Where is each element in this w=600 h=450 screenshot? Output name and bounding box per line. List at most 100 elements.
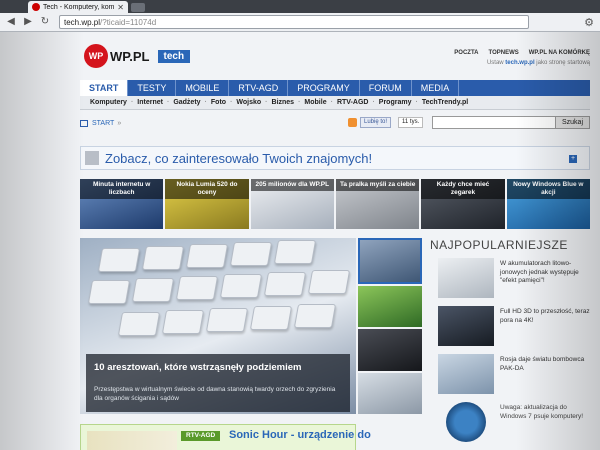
keyboard-key [229, 242, 273, 266]
subnav-item[interactable]: Gadżety [173, 99, 200, 106]
browser-tabstrip: Tech - Komputery, komó ✕ [0, 0, 600, 13]
breadcrumb-start[interactable]: START [92, 120, 114, 127]
promo-title[interactable]: Sonic Hour - urządzenie do [229, 429, 371, 441]
keyboard-key [175, 276, 219, 300]
subnav-separator: · [415, 99, 418, 106]
keyboard-key [117, 312, 161, 336]
side-thumbnail[interactable] [358, 372, 422, 414]
thumbnail-card[interactable]: 205 milionów dla WP.PL [250, 179, 334, 229]
thumbnail-card[interactable]: Minuta internetu w liczbach [80, 179, 164, 229]
tab-title: Tech - Komputery, komó [43, 3, 115, 11]
keyboard-key [87, 280, 131, 304]
nav-item-testy[interactable]: TESTY [128, 80, 177, 96]
site-logo[interactable]: WP WP.PL tech [84, 44, 191, 68]
popular-item[interactable]: Rosja daje światu bombowca PAK-DA [430, 354, 590, 398]
popular-item-text[interactable]: Full HD 3D to przeszłość, teraz pora na … [500, 308, 590, 325]
side-thumbnail[interactable] [358, 285, 422, 327]
close-tab-icon[interactable]: ✕ [117, 3, 124, 12]
popular-item[interactable]: Full HD 3D to przeszłość, teraz pora na … [430, 306, 590, 350]
breadcrumb: START » Lubię to! 11 tys. Szukaj [80, 116, 590, 130]
keyboard-key [293, 304, 337, 328]
keyboard-key [219, 274, 263, 298]
keyboard-key [273, 240, 317, 264]
subnav-separator: · [230, 99, 233, 106]
subnav-separator: · [265, 99, 268, 106]
hero-title[interactable]: 10 aresztowań, które wstrząsnęły podziem… [94, 362, 302, 373]
toplink-topnews[interactable]: TOPNEWS [489, 50, 519, 56]
promo-category-badge[interactable]: RTV-AGD [181, 431, 221, 441]
subnav-item[interactable]: Komputery [90, 99, 127, 106]
logo-text: WP.PL [110, 48, 150, 64]
subnav-item[interactable]: Foto [211, 99, 226, 106]
hero-description: Przestępstwa w wirtualnym świecie od daw… [94, 386, 336, 402]
popular-item[interactable]: Uwaga: aktualizacja do Windows 7 psuje k… [430, 402, 590, 446]
popular-item[interactable]: W akumulatorach litowo-jonowych jednak w… [430, 258, 590, 302]
popular-item-text[interactable]: W akumulatorach litowo-jonowych jednak w… [500, 260, 590, 286]
back-arrow-icon[interactable]: ◀ [4, 15, 18, 29]
thumbnail-card[interactable]: Ta pralka myśli za ciebie [335, 179, 420, 229]
subnav-item[interactable]: Programy [379, 99, 412, 106]
search-button[interactable]: Szukaj [554, 116, 590, 129]
popular-title: NAJPOPULARNIEJSZE [430, 238, 568, 252]
nav-item-start[interactable]: START [80, 80, 129, 96]
friends-box-text[interactable]: Zobacz, co zainteresowało Twoich znajomy… [105, 151, 372, 166]
toplink-poczta[interactable]: POCZTA [454, 50, 478, 56]
thumbnail-card[interactable]: Każdy chce mieć zegarek [421, 179, 505, 229]
sub-nav: Komputery · Internet · Gadżety · Foto · Wojs… [80, 96, 590, 110]
forward-arrow-icon[interactable]: ▶ [21, 15, 35, 29]
popular-thumbnail[interactable] [438, 258, 494, 298]
reload-icon[interactable]: ↻ [38, 15, 52, 29]
tagline-link[interactable]: tech.wp.pl [505, 60, 534, 66]
web-page: WP WP.PL tech POCZTA TOPNEWS WP.PL NA KO… [0, 32, 600, 450]
url-path: /?ticaid=11074d [100, 17, 157, 27]
popular-thumbnail[interactable] [438, 306, 494, 346]
nav-item-programy[interactable]: PROGRAMY [288, 80, 360, 96]
popular-thumbnail[interactable] [438, 354, 494, 394]
address-bar[interactable]: tech.wp.pl /?ticaid=11074d [59, 15, 529, 29]
nav-item-mobile[interactable]: MOBILE [176, 80, 230, 96]
subnav-separator: · [330, 99, 333, 106]
friends-recommendation-box[interactable]: Zobacz, co zainteresowało Twoich znajomy… [80, 146, 590, 170]
subnav-separator: · [130, 99, 134, 106]
subnav-separator: · [166, 99, 170, 106]
hero-article[interactable]: 10 aresztowań, które wstrząsnęły podziem… [80, 238, 356, 414]
toplink-mobile[interactable]: WP.PL NA KOMÓRKĘ [529, 50, 590, 56]
popular-thumbnail[interactable] [446, 402, 486, 442]
rss-icon[interactable] [348, 118, 357, 127]
popular-item-text[interactable]: Uwaga: aktualizacja do Windows 7 psuje k… [500, 404, 590, 421]
subnav-item[interactable]: TechTrendy.pl [422, 99, 468, 106]
expand-plus-icon[interactable]: + [569, 155, 577, 163]
subnav-item[interactable]: Biznes [272, 99, 295, 106]
thumbnail-card[interactable]: Nokia Lumia 520 do oceny [165, 179, 249, 229]
keyboard-key [263, 272, 307, 296]
main-nav: START TESTY MOBILE RTV-AGD PROGRAMY FORU… [80, 80, 590, 96]
keyboard-key [249, 306, 293, 330]
hero-side-thumbnails [358, 238, 422, 414]
keyboard-key [185, 244, 229, 268]
browser-tab[interactable]: Tech - Komputery, komó ✕ [28, 1, 128, 13]
thumbnail-caption: Nowy Windows Blue w akcji [506, 179, 590, 199]
promo-thumbnail[interactable] [87, 431, 177, 450]
favicon-icon [32, 3, 40, 11]
subnav-item[interactable]: Wojsko [236, 99, 261, 106]
subnav-item[interactable]: RTV-AGD [337, 99, 369, 106]
side-thumbnail[interactable] [358, 238, 422, 284]
nav-item-forum[interactable]: FORUM [360, 80, 412, 96]
subnav-item[interactable]: Internet [137, 99, 163, 106]
thumbnail-caption: Minuta internetu w liczbach [80, 179, 164, 199]
nav-item-media[interactable]: MEDIA [412, 80, 460, 96]
side-thumbnail[interactable] [358, 329, 422, 371]
wrench-icon[interactable]: ⚙ [584, 16, 594, 29]
home-icon[interactable] [80, 119, 88, 127]
keyboard-key [141, 246, 185, 270]
promo-card[interactable]: RTV-AGD Sonic Hour - urządzenie do [80, 424, 371, 450]
subnav-item[interactable]: Mobile [304, 99, 326, 106]
thumbnail-card[interactable]: Nowy Windows Blue w akcji [506, 179, 590, 229]
new-tab-button[interactable] [131, 3, 145, 12]
subnav-separator: · [298, 99, 301, 106]
section-badge[interactable]: tech [157, 49, 191, 63]
popular-item-text[interactable]: Rosja daje światu bombowca PAK-DA [500, 356, 590, 373]
facebook-like-button[interactable]: Lubię to! [360, 117, 392, 128]
tagline-prefix: Ustaw [486, 60, 504, 66]
nav-item-rtv-agd[interactable]: RTV-AGD [229, 80, 289, 96]
